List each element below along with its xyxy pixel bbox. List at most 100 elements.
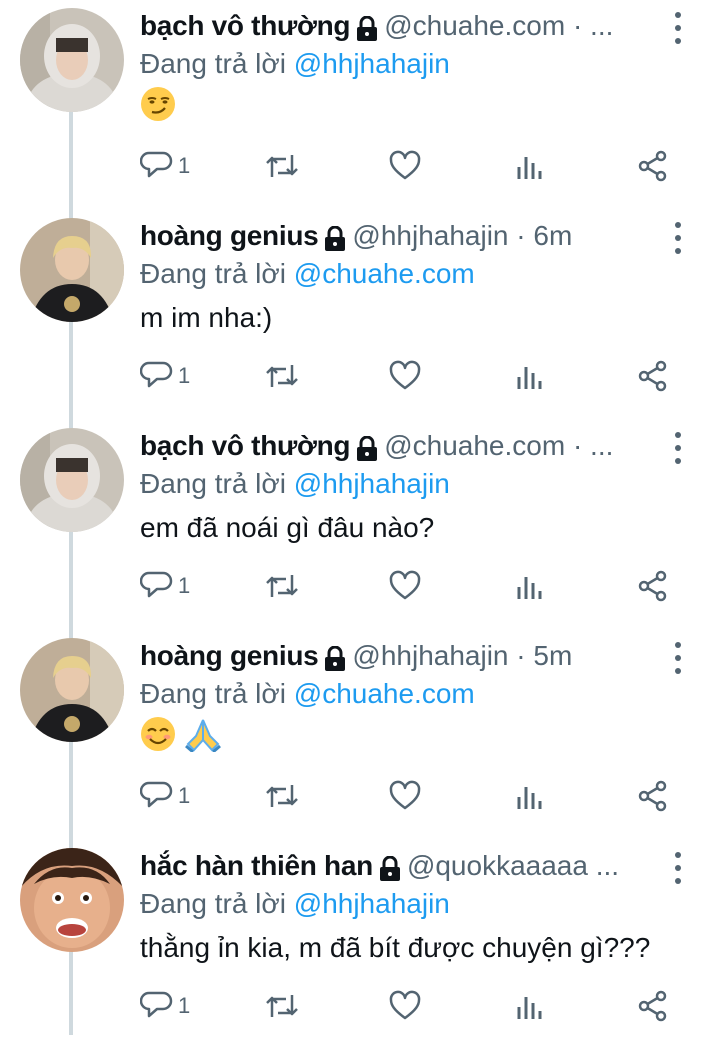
avatar[interactable] (20, 848, 124, 952)
tweet[interactable]: hắc hàn thiên han @quokkaaaaa ... Đang t… (0, 840, 719, 1050)
smirk-emoji-icon (140, 86, 176, 135)
tweet[interactable]: bạch vô thường @chuahe.com · ... Đang tr… (0, 0, 719, 210)
tweet-text: thằng ỉn kia, m đã bít được chuyện gì??? (140, 932, 651, 963)
handle[interactable]: @chuahe.com · ... (384, 6, 613, 46)
heart-icon (389, 780, 421, 810)
views-button[interactable] (514, 982, 546, 1030)
reply-count: 1 (178, 993, 191, 1018)
avatar[interactable] (20, 8, 124, 112)
handle[interactable]: @quokkaaaaa ... (407, 846, 619, 886)
reply-context: Đang trả lời @hhjhahajin (140, 884, 450, 924)
action-bar: 1 (140, 352, 680, 400)
smiling-face-emoji-icon (140, 716, 176, 765)
display-name[interactable]: bạch vô thường (140, 6, 351, 46)
display-name[interactable]: bạch vô thường (140, 426, 351, 466)
reply-button[interactable]: 1 (140, 142, 190, 190)
mention-link[interactable]: @chuahe.com (294, 678, 475, 709)
avatar[interactable] (20, 428, 124, 532)
reply-button[interactable]: 1 (140, 982, 190, 1030)
like-button[interactable] (388, 772, 422, 820)
mention-link[interactable]: @hhjhahajin (294, 888, 450, 919)
reply-button[interactable]: 1 (140, 772, 190, 820)
share-button[interactable] (636, 562, 670, 610)
reply-icon (140, 151, 173, 178)
retweet-icon (266, 365, 298, 387)
views-button[interactable] (514, 562, 546, 610)
display-name[interactable]: hoàng genius (140, 636, 319, 676)
lock-icon (324, 643, 346, 671)
tweet-text (140, 86, 176, 130)
tweet[interactable]: hoàng genius @hhjhahajin · 6m Đang trả l… (0, 210, 719, 420)
reply-button[interactable]: 1 (140, 352, 190, 400)
more-icon[interactable] (666, 12, 690, 44)
share-button[interactable] (636, 352, 670, 400)
action-bar: 1 (140, 562, 680, 610)
like-button[interactable] (388, 562, 422, 610)
share-button[interactable] (636, 772, 670, 820)
lock-icon (379, 853, 401, 881)
tweet-text: em đã noái gì đâu nào? (140, 512, 435, 543)
more-icon[interactable] (666, 432, 690, 464)
more-icon[interactable] (666, 222, 690, 254)
more-icon[interactable] (666, 642, 690, 674)
views-button[interactable] (514, 142, 546, 190)
avatar[interactable] (20, 218, 124, 322)
reply-icon (140, 571, 173, 598)
more-icon[interactable] (666, 852, 690, 884)
handle[interactable]: @chuahe.com · ... (384, 426, 613, 466)
retweet-button[interactable] (264, 982, 300, 1030)
retweet-icon (266, 785, 298, 807)
reply-icon (140, 991, 173, 1018)
share-icon (638, 990, 667, 1022)
handle[interactable]: @hhjhahajin · 6m (352, 216, 572, 256)
folded-hands-emoji-icon (184, 716, 222, 765)
views-icon (517, 997, 542, 1019)
like-button[interactable] (388, 982, 422, 1030)
share-button[interactable] (636, 982, 670, 1030)
display-name[interactable]: hoàng genius (140, 216, 319, 256)
display-name[interactable]: hắc hàn thiên han (140, 846, 373, 886)
handle[interactable]: @hhjhahajin · 5m (352, 636, 572, 676)
tweet-text: m im nha:) (140, 302, 273, 333)
reply-context: Đang trả lời @hhjhahajin (140, 44, 450, 84)
retweet-button[interactable] (264, 772, 300, 820)
mention-link[interactable]: @chuahe.com (294, 258, 475, 289)
views-button[interactable] (514, 352, 546, 400)
reply-prefix: Đang trả lời (140, 258, 286, 289)
views-button[interactable] (514, 772, 546, 820)
reply-context: Đang trả lời @hhjhahajin (140, 464, 450, 504)
like-button[interactable] (388, 142, 422, 190)
tweet[interactable]: hoàng genius @hhjhahajin · 5m Đang trả l… (0, 630, 719, 840)
reply-icon (140, 781, 173, 808)
views-icon (517, 787, 542, 809)
views-icon (517, 157, 542, 179)
reply-prefix: Đang trả lời (140, 468, 286, 499)
reply-button[interactable]: 1 (140, 562, 190, 610)
tweet[interactable]: bạch vô thường @chuahe.com · ... Đang tr… (0, 420, 719, 630)
avatar[interactable] (20, 638, 124, 742)
reply-count: 1 (178, 573, 191, 598)
retweet-button[interactable] (264, 352, 300, 400)
like-button[interactable] (388, 352, 422, 400)
reply-prefix: Đang trả lời (140, 888, 286, 919)
retweet-button[interactable] (264, 142, 300, 190)
heart-icon (389, 570, 421, 600)
action-bar: 1 (140, 142, 680, 190)
share-icon (638, 150, 667, 182)
reply-prefix: Đang trả lời (140, 678, 286, 709)
heart-icon (389, 360, 421, 390)
reply-count: 1 (178, 363, 191, 388)
views-icon (517, 577, 542, 599)
lock-icon (324, 223, 346, 251)
reply-count: 1 (178, 783, 191, 808)
share-icon (638, 360, 667, 392)
share-icon (638, 570, 667, 602)
views-icon (517, 367, 542, 389)
reply-prefix: Đang trả lời (140, 48, 286, 79)
mention-link[interactable]: @hhjhahajin (294, 48, 450, 79)
action-bar: 1 (140, 982, 680, 1030)
mention-link[interactable]: @hhjhahajin (294, 468, 450, 499)
share-button[interactable] (636, 142, 670, 190)
retweet-icon (266, 995, 298, 1017)
retweet-button[interactable] (264, 562, 300, 610)
